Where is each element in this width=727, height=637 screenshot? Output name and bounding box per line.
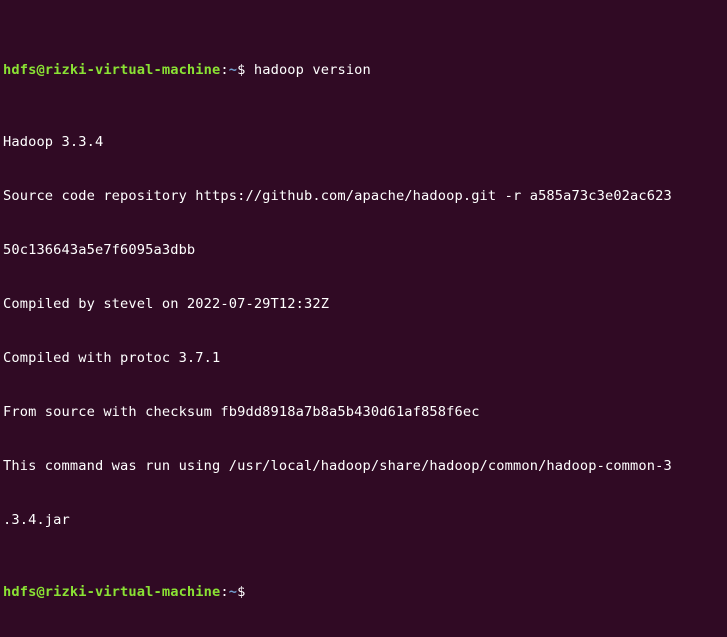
prompt-user-host: hdfs@rizki-virtual-machine	[3, 62, 221, 78]
prompt-cwd: ~	[228, 584, 238, 600]
output-line: Source code repository https://github.co…	[3, 188, 672, 204]
prompt-user-host: hdfs@rizki-virtual-machine	[3, 584, 221, 600]
output-line: Compiled with protoc 3.7.1	[3, 350, 221, 366]
terminal-window[interactable]: hdfs@rizki-virtual-machine:~$ hadoop ver…	[0, 0, 727, 600]
command-line: hdfs@rizki-virtual-machine:~$ hadoop ver…	[3, 61, 727, 79]
prompt-symbol: $	[237, 62, 246, 78]
prompt-separator: :	[220, 584, 229, 600]
command-text: hadoop version	[245, 62, 371, 78]
output-line: 50c136643a5e7f6095a3dbb	[3, 242, 196, 258]
output-line: This command was run using /usr/local/ha…	[3, 458, 672, 474]
prompt-separator: :	[220, 62, 229, 78]
output-line: Hadoop 3.3.4	[3, 134, 104, 150]
prompt-cwd: ~	[228, 62, 238, 78]
active-prompt-line[interactable]: hdfs@rizki-virtual-machine:~$	[3, 583, 727, 601]
output-line: From source with checksum fb9dd8918a7b8a…	[3, 404, 480, 420]
prompt-symbol: $	[237, 584, 246, 600]
output-line: Compiled by stevel on 2022-07-29T12:32Z	[3, 296, 330, 312]
output-line: .3.4.jar	[3, 512, 70, 528]
